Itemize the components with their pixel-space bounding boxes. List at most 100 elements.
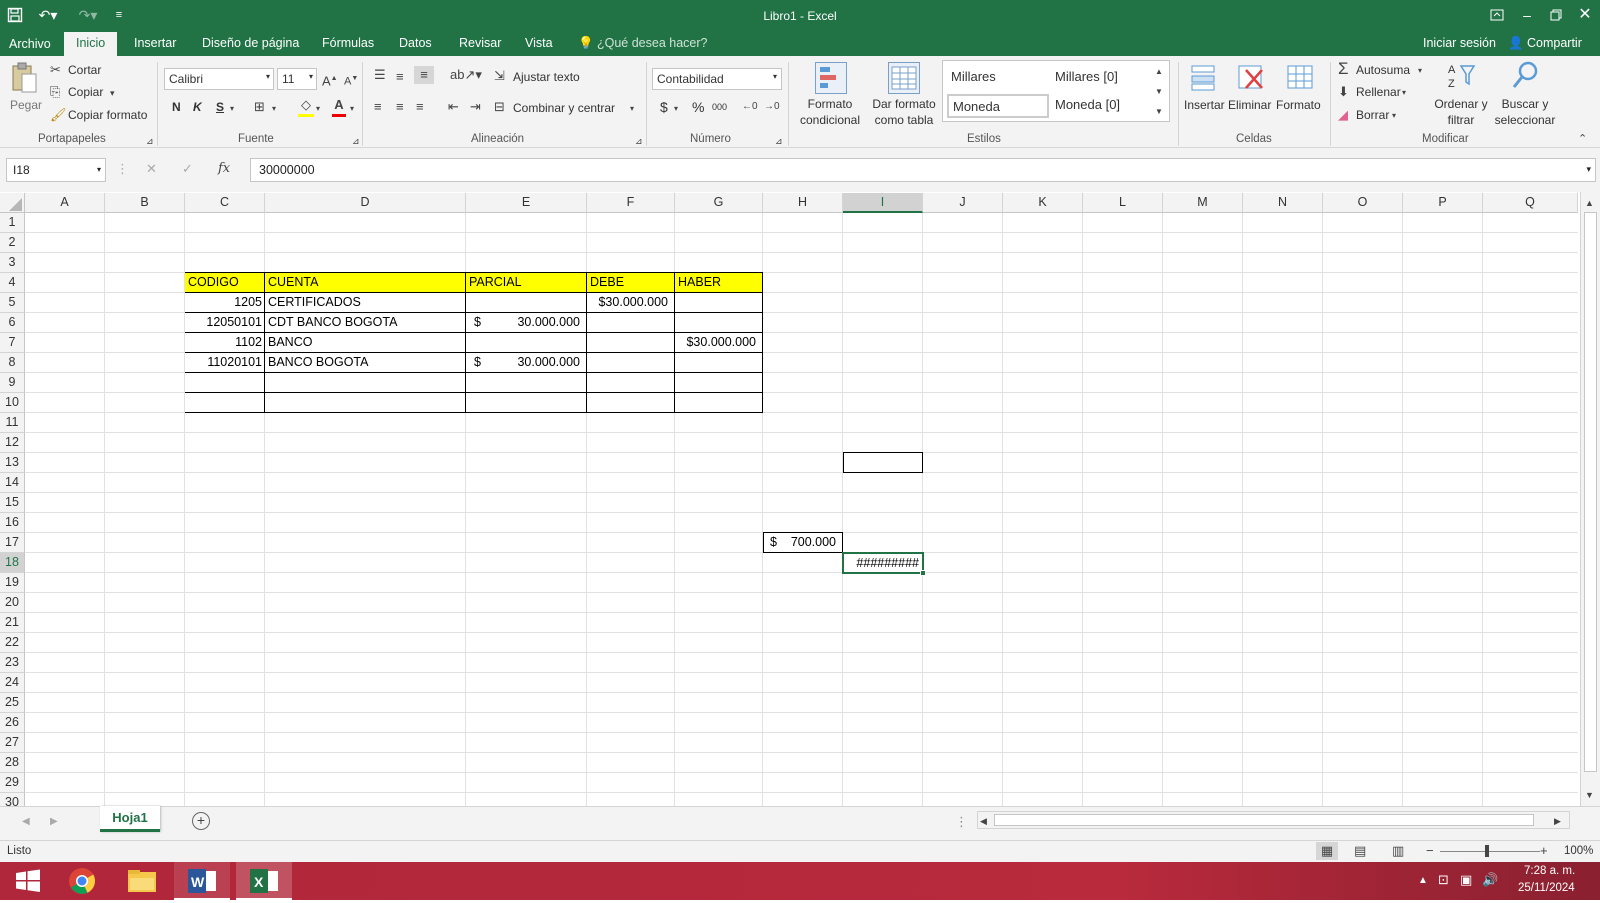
row-header[interactable]: 14 [0, 473, 25, 493]
cancel-formula-icon[interactable]: ✕ [146, 160, 157, 178]
share-button[interactable]: Compartir [1527, 36, 1582, 50]
tab-diseno-pagina[interactable]: Diseño de página [202, 36, 299, 50]
cell-cuenta[interactable] [265, 393, 466, 413]
row-header[interactable]: 16 [0, 513, 25, 533]
row-header[interactable]: 12 [0, 433, 25, 453]
align-bottom-icon[interactable]: ≡ [414, 66, 434, 84]
style-millares-0[interactable]: Millares [0] [1055, 69, 1118, 84]
cell-debe[interactable] [587, 333, 675, 353]
clear-dropdown-icon[interactable]: ▾ [1392, 107, 1396, 125]
collapse-ribbon-icon[interactable]: ⌃ [1578, 130, 1587, 148]
cell-codigo[interactable]: 1102 [185, 333, 265, 353]
row-header[interactable]: 30 [0, 793, 25, 806]
cell-i18-selected[interactable]: ######### [842, 552, 924, 574]
windows-start-icon[interactable] [0, 862, 56, 900]
column-header-k[interactable]: K [1003, 193, 1083, 213]
column-header-i[interactable]: I [843, 193, 923, 213]
sign-in-link[interactable]: Iniciar sesión [1423, 36, 1496, 50]
autosum-dropdown-icon[interactable]: ▾ [1418, 62, 1422, 80]
borders-icon[interactable]: ⊞ [254, 98, 265, 116]
delete-cells-button[interactable]: Eliminar [1228, 98, 1271, 112]
cell-haber[interactable] [675, 393, 763, 413]
font-name-dropdown[interactable]: Calibri ▾ [164, 68, 274, 90]
cell-cuenta[interactable] [265, 373, 466, 393]
cell-i13[interactable] [843, 452, 923, 473]
row-header[interactable]: 21 [0, 613, 25, 633]
header-parcial[interactable]: PARCIAL [466, 273, 587, 293]
scroll-left-icon[interactable]: ◀ [980, 812, 987, 830]
enter-formula-icon[interactable]: ✓ [182, 160, 193, 178]
format-painter-button[interactable]: Copiar formato [68, 108, 147, 122]
cut-button[interactable]: Cortar [68, 63, 101, 77]
name-box[interactable]: I18 ▾ [6, 158, 106, 182]
style-millares[interactable]: Millares [951, 69, 996, 84]
conditional-format-button[interactable]: Formato condicional [795, 96, 865, 128]
row-header[interactable]: 2 [0, 233, 25, 253]
style-moneda-0[interactable]: Moneda [0] [1055, 97, 1120, 112]
restore-icon[interactable] [1545, 4, 1567, 26]
align-top-icon[interactable]: ☰ [374, 66, 386, 84]
row-header[interactable]: 11 [0, 413, 25, 433]
row-header[interactable]: 13 [0, 453, 25, 473]
currency-button[interactable]: $ [660, 99, 668, 115]
fill-button[interactable]: Rellenar [1356, 85, 1401, 99]
cell-haber[interactable] [675, 373, 763, 393]
select-all-corner[interactable] [0, 193, 25, 213]
cell-parcial[interactable]: $30.000.000 [466, 313, 587, 333]
normal-view-icon[interactable]: ▦ [1316, 842, 1338, 860]
column-header-a[interactable]: A [25, 193, 105, 213]
split-handle-icon[interactable]: ⋮ [955, 813, 968, 831]
currency-dropdown-icon[interactable]: ▾ [674, 100, 678, 118]
zoom-level[interactable]: 100% [1564, 845, 1593, 857]
tell-me-search[interactable]: ¿Qué desea hacer? [597, 36, 708, 50]
cell-debe[interactable] [587, 313, 675, 333]
italic-button[interactable]: K [193, 100, 202, 114]
row-header[interactable]: 20 [0, 593, 25, 613]
excel-icon[interactable]: X [236, 862, 292, 900]
cell-parcial[interactable] [466, 373, 587, 393]
insert-function-icon[interactable]: fx [218, 160, 230, 178]
volume-icon[interactable]: 🔊 [1482, 871, 1498, 889]
column-header-b[interactable]: B [105, 193, 185, 213]
borders-dropdown-icon[interactable]: ▾ [272, 100, 276, 118]
tab-revisar[interactable]: Revisar [459, 36, 501, 50]
row-header[interactable]: 7 [0, 333, 25, 353]
column-header-e[interactable]: E [466, 193, 587, 213]
sheet-tab-hoja1[interactable]: Hoja1 [100, 806, 160, 832]
cell-parcial[interactable] [466, 293, 587, 313]
sort-filter-button[interactable]: Ordenar y filtrar [1430, 96, 1492, 128]
cell-parcial[interactable]: $30.000.000 [466, 353, 587, 373]
horizontal-scroll-thumb[interactable] [994, 814, 1534, 826]
style-moneda[interactable]: Moneda [947, 94, 1049, 118]
gallery-scroll-up-icon[interactable]: ▲ [1155, 63, 1163, 81]
row-header[interactable]: 28 [0, 753, 25, 773]
page-layout-view-icon[interactable]: ▤ [1354, 842, 1366, 860]
network-icon[interactable]: ⊡ [1438, 871, 1449, 889]
cell-haber[interactable]: $30.000.000 [675, 333, 763, 353]
column-header-m[interactable]: M [1163, 193, 1243, 213]
decrease-font-icon[interactable]: A▼ [344, 70, 358, 91]
align-left-icon[interactable]: ≡ [374, 98, 382, 116]
zoom-out-icon[interactable]: − [1426, 842, 1434, 860]
increase-font-icon[interactable]: A▲ [322, 70, 338, 90]
bold-button[interactable]: N [172, 100, 181, 114]
row-header[interactable]: 24 [0, 673, 25, 693]
fill-color-icon[interactable]: ◇ [298, 96, 314, 117]
row-header[interactable]: 5 [0, 293, 25, 313]
font-color-dropdown-icon[interactable]: ▾ [350, 100, 354, 118]
row-header[interactable]: 29 [0, 773, 25, 793]
cell-parcial[interactable] [466, 393, 587, 413]
tab-formulas[interactable]: Fórmulas [322, 36, 374, 50]
cell-cuenta[interactable]: BANCO [265, 333, 466, 353]
tab-insertar[interactable]: Insertar [134, 36, 176, 50]
row-header[interactable]: 6 [0, 313, 25, 333]
scroll-right-icon[interactable]: ▶ [1554, 812, 1561, 830]
zoom-slider[interactable] [1440, 851, 1540, 852]
header-cuenta[interactable]: CUENTA [265, 273, 466, 293]
tab-inicio[interactable]: Inicio [64, 32, 118, 57]
scroll-up-icon[interactable]: ▲ [1585, 194, 1594, 212]
column-header-d[interactable]: D [265, 193, 466, 213]
clock-time[interactable]: 7:28 a. m. [1524, 865, 1575, 877]
format-cells-button[interactable]: Formato [1276, 98, 1321, 112]
clear-button[interactable]: Borrar [1356, 108, 1389, 122]
